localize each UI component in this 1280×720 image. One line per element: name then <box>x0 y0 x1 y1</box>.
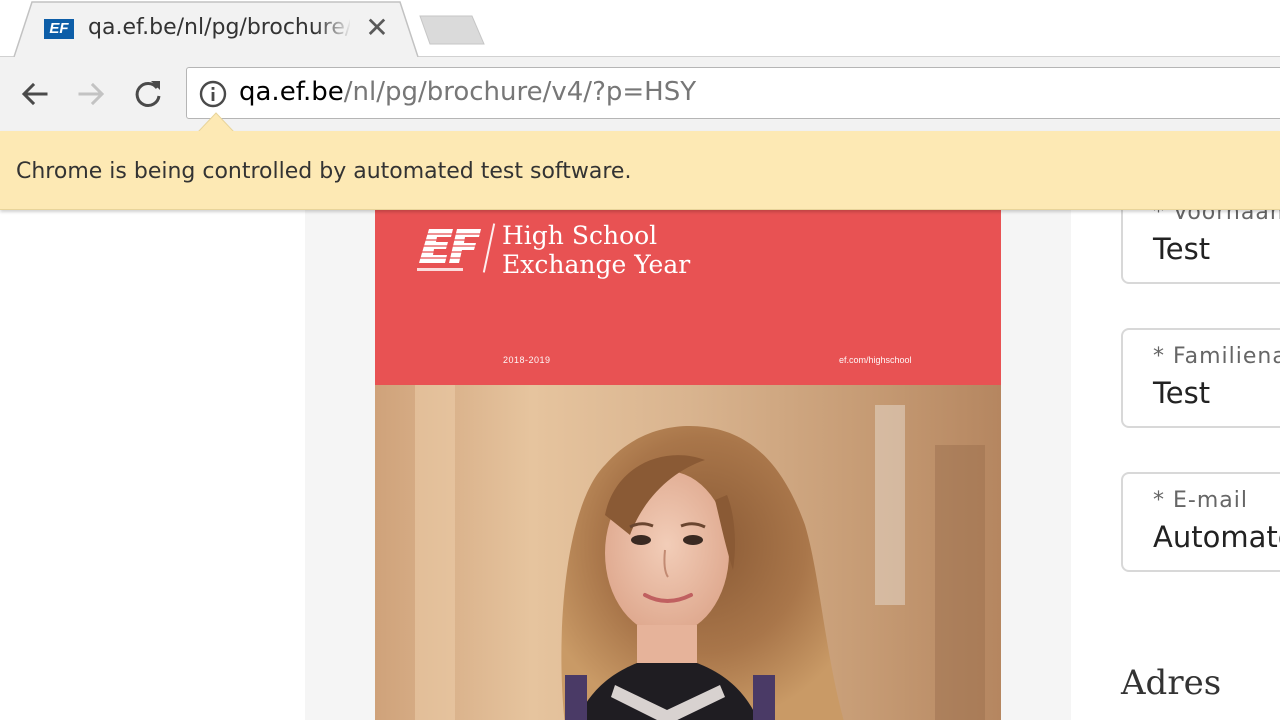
url-text[interactable]: qa.ef.be/nl/pg/brochure/v4/?p=HSY <box>239 77 696 107</box>
first-name-field[interactable]: * Voornaam Test <box>1121 209 1280 284</box>
automation-infobar: Chrome is being controlled by automated … <box>0 131 1280 210</box>
url-host: qa.ef.be <box>239 77 344 107</box>
last-name-value[interactable]: Test <box>1153 376 1210 410</box>
email-field[interactable]: * E-mail Automate <box>1121 472 1280 572</box>
ef-logo-icon <box>415 229 485 271</box>
forward-arrow-icon[interactable] <box>74 77 108 111</box>
first-name-label: * Voornaam <box>1153 209 1280 225</box>
new-tab-button[interactable] <box>418 14 486 46</box>
info-icon[interactable] <box>199 80 227 108</box>
browser-toolbar: qa.ef.be/nl/pg/brochure/v4/?p=HSY <box>0 57 1280 131</box>
reload-icon[interactable] <box>131 77 165 111</box>
tab-title-fade <box>316 12 352 46</box>
cover-title-line1: High School <box>502 221 658 250</box>
url-path: /nl/pg/brochure/v4/?p=HSY <box>343 77 697 107</box>
tab-close-icon[interactable]: ✕ <box>364 14 390 42</box>
email-value[interactable]: Automate <box>1153 520 1280 554</box>
cover-title-line2: Exchange Year <box>502 250 691 279</box>
first-name-value[interactable]: Test <box>1153 232 1210 266</box>
student-photo <box>375 385 1001 720</box>
page-content: High School Exchange Year 2018-2019 ef.c… <box>0 209 1280 720</box>
tab-title: qa.ef.be/nl/pg/brochure/v4/?p=HSY <box>88 15 350 40</box>
cover-title: High School Exchange Year <box>502 221 690 279</box>
infobar-pointer <box>198 112 234 132</box>
cover-years: 2018-2019 <box>503 355 551 365</box>
infobar-message: Chrome is being controlled by automated … <box>16 159 632 184</box>
brochure-cover-image: High School Exchange Year 2018-2019 ef.c… <box>375 209 1001 720</box>
last-name-field[interactable]: * Familienaam Test <box>1121 328 1280 428</box>
email-label: * E-mail <box>1153 488 1248 513</box>
tab-strip: EF qa.ef.be/nl/pg/brochure/v4/?p=HSY ✕ <box>0 0 1280 60</box>
cover-header: High School Exchange Year 2018-2019 ef.c… <box>375 209 1001 385</box>
ef-favicon-icon: EF <box>44 19 74 39</box>
address-bar[interactable]: qa.ef.be/nl/pg/brochure/v4/?p=HSY <box>186 67 1280 119</box>
cover-site: ef.com/highschool <box>839 355 912 365</box>
address-section-heading: Adres <box>1121 663 1222 703</box>
back-arrow-icon[interactable] <box>18 77 52 111</box>
last-name-label: * Familienaam <box>1153 344 1280 369</box>
